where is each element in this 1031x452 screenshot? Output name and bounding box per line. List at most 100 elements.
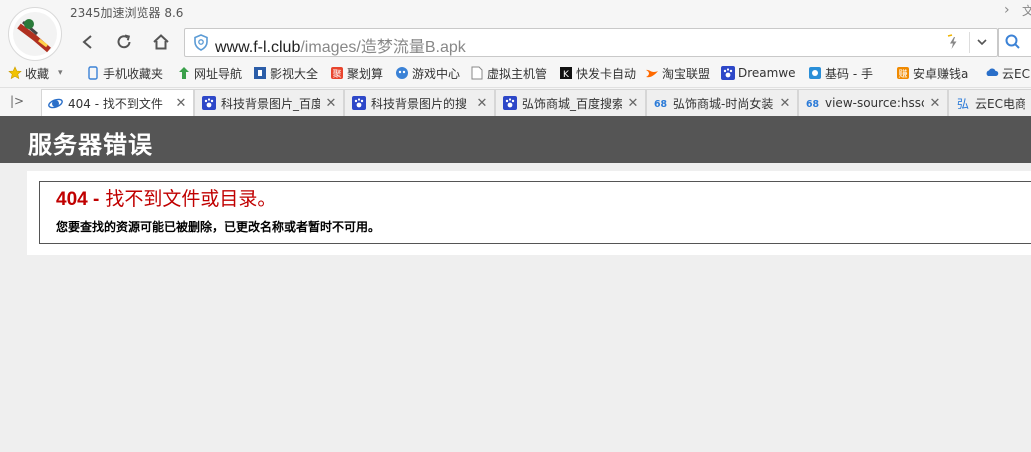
error-title: 找不到文件或目录。 [99, 188, 277, 210]
close-icon[interactable]: ✕ [627, 96, 639, 111]
bookmark-label: 快发卡自动 [576, 66, 637, 81]
refresh-icon [117, 34, 131, 49]
error-header: 服务器错误 [0, 116, 1031, 163]
tab-view-source[interactable]: 68 view-source:hssc ✕ [798, 89, 948, 116]
zhuan-icon: 赚 [896, 66, 910, 80]
chevron-down-icon[interactable] [975, 35, 989, 52]
search-box[interactable] [998, 28, 1031, 57]
error-heading: 404 - 找不到文件或目录。 [56, 184, 276, 211]
tab-list-icon[interactable]: |> [10, 94, 24, 108]
close-icon[interactable]: ✕ [779, 96, 791, 111]
68-icon: 68 [805, 96, 820, 111]
close-icon[interactable]: ✕ [476, 96, 488, 111]
url-host: www.f-l.club [215, 39, 301, 56]
search-icon [1004, 33, 1022, 54]
star-icon [8, 66, 22, 80]
browser-logo-icon [8, 7, 62, 61]
tab-label: 科技背景图片的搜 [371, 96, 468, 111]
bookmark-label: 聚划算 [347, 66, 384, 81]
tab-label: 云EC电商 [975, 96, 1025, 111]
arrow-left-icon [82, 35, 92, 49]
content-panel: 404 - 找不到文件或目录。 您要查找的资源可能已被删除，已更改名称或者暂时不… [27, 171, 1031, 255]
shield-icon [193, 34, 209, 54]
bookmark-item[interactable]: 手机收藏夹 [86, 64, 166, 82]
tab-label: 弘饰商城_百度搜索 [522, 96, 622, 111]
error-description: 您要查找的资源可能已被删除，已更改名称或者暂时不可用。 [56, 220, 381, 234]
corner-label: 文 [1022, 4, 1031, 18]
home-icon [153, 34, 169, 50]
tab-label: 科技背景图片_百度 [221, 96, 320, 111]
svg-text:聚: 聚 [332, 69, 341, 80]
cloud-icon [985, 66, 999, 80]
close-icon[interactable]: ✕ [929, 96, 941, 111]
lightning-icon[interactable] [945, 34, 961, 54]
film-icon [253, 66, 267, 80]
bookmark-label: 云EC [1002, 66, 1030, 81]
tab-keji-1[interactable]: 科技背景图片_百度 ✕ [194, 89, 344, 116]
bookmarks-bar: 收藏 ▾ 手机收藏夹 网址导航 影视大全 聚 聚划算 游戏中心 虚拟主机管 K [0, 62, 1031, 84]
tab-label: 弘饰商城-时尚女装 [673, 96, 774, 111]
home-button[interactable] [149, 30, 173, 54]
bookmark-label: 淘宝联盟 [662, 66, 711, 81]
page-icon [470, 66, 484, 80]
bookmark-item[interactable]: 淘宝联盟 [645, 64, 715, 82]
caret-down-icon: ▾ [58, 68, 63, 78]
address-divider [969, 32, 970, 53]
close-icon[interactable]: ✕ [175, 96, 187, 111]
error-code: 404 - [56, 189, 100, 210]
tab-hongshi-baidu[interactable]: 弘饰商城_百度搜索 ✕ [495, 89, 646, 116]
paw-icon [351, 96, 366, 111]
window-title: 2345加速浏览器 8.6 [70, 6, 184, 20]
close-icon[interactable]: ✕ [325, 96, 337, 111]
tab-hongshi-shop[interactable]: 68 弘饰商城-时尚女装 ✕ [646, 89, 798, 116]
bookmark-item[interactable]: 聚 聚划算 [330, 64, 388, 82]
error-box: 404 - 找不到文件或目录。 您要查找的资源可能已被删除，已更改名称或者暂时不… [39, 181, 1031, 244]
bookmark-item[interactable]: 虚拟主机管 [470, 64, 552, 82]
tab-keji-2[interactable]: 科技背景图片的搜 ✕ [344, 89, 495, 116]
browser-chrome: 2345加速浏览器 8.6 › 文 www.f-l.club/images/造梦… [0, 0, 1031, 117]
taobao-icon [645, 66, 659, 80]
bookmark-favorites[interactable]: 收藏 ▾ [8, 64, 72, 82]
bookmark-item[interactable]: Dreamwe [721, 64, 797, 82]
refresh-button[interactable] [112, 30, 136, 54]
bookmark-label: 安卓赚钱a [913, 66, 969, 81]
bookmark-item[interactable]: 云EC [985, 64, 1031, 82]
paw-icon [201, 96, 216, 111]
bookmark-label: 手机收藏夹 [103, 66, 164, 81]
bookmark-label: Dreamwe [738, 66, 796, 80]
svg-text:68: 68 [654, 99, 667, 110]
bookmark-label: 影视大全 [270, 66, 319, 81]
bookmark-item[interactable]: 游戏中心 [395, 64, 463, 82]
svg-text:赚: 赚 [898, 68, 907, 80]
hong-icon: 弘 [955, 96, 970, 111]
68-icon: 68 [653, 96, 668, 111]
svg-text:68: 68 [806, 99, 819, 110]
bookmark-item[interactable]: 影视大全 [253, 64, 323, 82]
bookmark-label: 基码 - 手 [825, 66, 873, 81]
game-icon [395, 66, 409, 80]
bookmark-item[interactable]: K 快发卡自动 [559, 64, 639, 82]
bookmark-item[interactable]: 基码 - 手 [808, 64, 882, 82]
paw-icon [721, 66, 735, 80]
url-text[interactable]: www.f-l.club/images/造梦流量B.apk [215, 33, 466, 57]
bookmark-item[interactable]: 网址导航 [177, 64, 247, 82]
juhuasuan-icon: 聚 [330, 66, 344, 80]
jima-icon [808, 66, 822, 80]
bookmark-label: 游戏中心 [412, 66, 461, 81]
tab-label: view-source:hssc [825, 96, 924, 110]
tab-strip: |> 404 - 找不到文件 ✕ 科技背景图片_百度 ✕ 科技背景图片的搜 ✕ … [0, 87, 1031, 117]
tab-label: 404 - 找不到文件 [68, 97, 163, 111]
url-path: /images/造梦流量B.apk [300, 39, 466, 56]
bookmark-label: 网址导航 [194, 66, 243, 81]
address-bar[interactable]: www.f-l.club/images/造梦流量B.apk [184, 28, 998, 57]
bookmark-item[interactable]: 赚 安卓赚钱a [896, 64, 972, 82]
tab-yunec[interactable]: 弘 云EC电商 [948, 89, 1031, 116]
ie-icon [48, 96, 63, 111]
chevron-right-icon[interactable]: › [1004, 2, 1010, 18]
back-button[interactable] [76, 30, 100, 54]
phone-icon [86, 66, 100, 80]
tab-404[interactable]: 404 - 找不到文件 ✕ [41, 89, 194, 117]
nav-icon [177, 66, 191, 80]
svg-text:弘: 弘 [956, 97, 968, 110]
k-icon: K [559, 66, 573, 80]
